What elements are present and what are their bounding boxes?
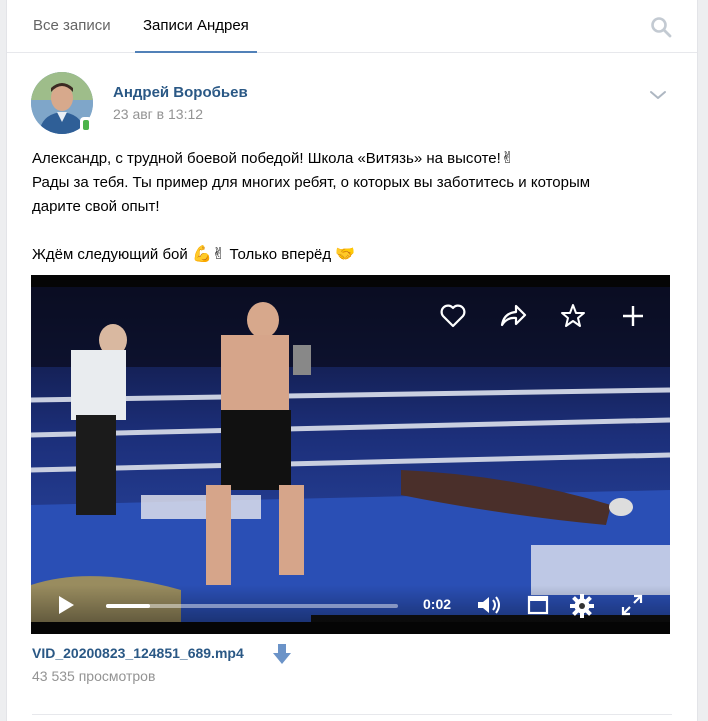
post-text-line: дарите свой опыт! (32, 198, 160, 215)
chevron-down-icon[interactable] (647, 84, 669, 106)
wall-card: Все записи Записи Андрея Андрей Воробьев… (6, 0, 698, 721)
settings-icon[interactable] (569, 593, 595, 619)
miniplayer-icon[interactable] (527, 594, 549, 616)
view-count: 43 535 просмотров (32, 668, 156, 684)
post-text: Александр, с трудной боевой победой! Шко… (32, 147, 672, 267)
video-player[interactable]: 0:02 (31, 275, 670, 634)
video-letterbox-bottom (31, 622, 670, 634)
post-date[interactable]: 23 авг в 13:12 (113, 106, 203, 122)
volume-icon[interactable] (476, 594, 504, 616)
plus-icon[interactable] (618, 301, 648, 331)
progress-fill (106, 604, 150, 608)
progress-bar[interactable] (106, 604, 398, 608)
video-controls: 0:02 (31, 585, 670, 622)
heart-icon[interactable] (438, 301, 468, 331)
wall-tabs: Все записи Записи Андрея (7, 0, 697, 53)
tab-all-posts[interactable]: Все записи (33, 0, 111, 52)
video-letterbox-top (31, 275, 670, 287)
star-icon[interactable] (558, 301, 588, 331)
post-author[interactable]: Андрей Воробьев (113, 84, 248, 101)
post-text-line: Только вперёд (229, 246, 332, 263)
tab-author-posts[interactable]: Записи Андрея (135, 0, 257, 53)
download-icon[interactable] (272, 643, 292, 665)
handshake-emoji: 🤝 (335, 246, 356, 263)
video-actions (426, 287, 670, 343)
share-icon[interactable] (498, 301, 528, 331)
search-icon[interactable] (649, 15, 673, 39)
mobile-online-icon (80, 117, 92, 134)
attachment-filename[interactable]: VID_20200823_124851_689.mp4 (32, 645, 244, 661)
victory-hand-emoji: ✌ (211, 246, 226, 263)
fullscreen-icon[interactable] (621, 594, 643, 616)
post-text-line: Ждём следующий бой (32, 246, 188, 263)
post-text-line: Рады за тебя. Ты пример для многих ребят… (32, 174, 591, 191)
victory-hand-emoji: ✌ (500, 150, 515, 167)
divider (32, 714, 672, 715)
muscle-emoji: 💪 (191, 246, 212, 263)
video-time: 0:02 (423, 596, 452, 612)
play-icon[interactable] (57, 595, 75, 615)
post-text-line: Александр, с трудной боевой победой! Шко… (32, 150, 501, 167)
